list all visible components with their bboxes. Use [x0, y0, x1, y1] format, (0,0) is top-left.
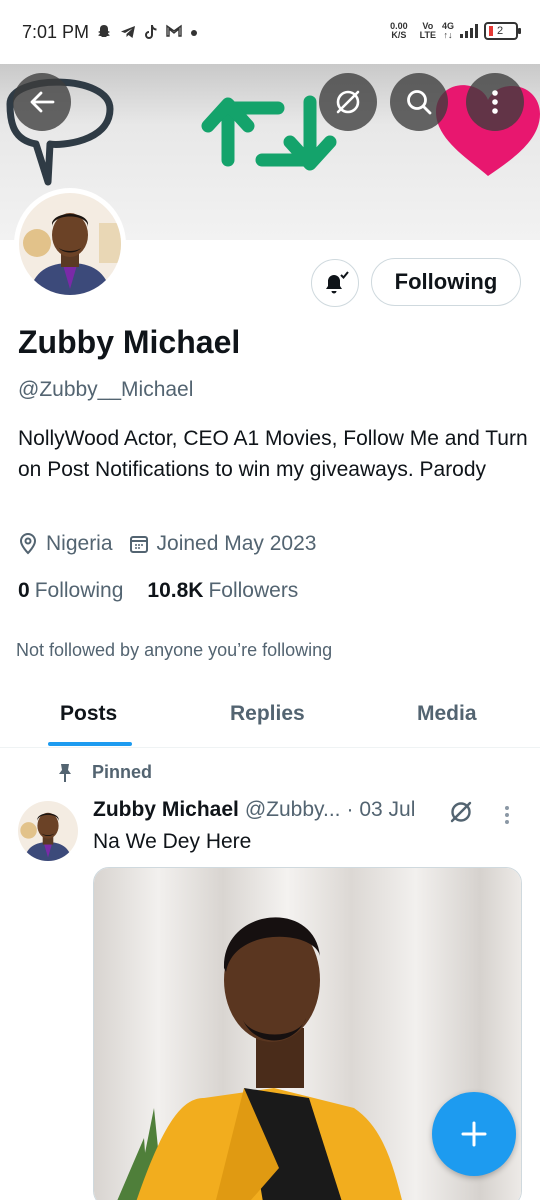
- joined-text: Joined May 2023: [156, 532, 317, 555]
- post-more-button[interactable]: [503, 805, 511, 830]
- search-button[interactable]: [390, 73, 448, 131]
- battery-icon: 2: [484, 22, 521, 40]
- grok-icon: [450, 801, 472, 823]
- profile-meta: Nigeria Joined May 2023: [18, 532, 332, 556]
- join-date: Joined May 2023: [129, 532, 317, 556]
- compose-post-button[interactable]: [432, 1092, 516, 1176]
- post-author-handle[interactable]: @Zubby...: [245, 798, 341, 822]
- not-followed-notice: Not followed by anyone you’re following: [16, 640, 333, 660]
- profile-bio: NollyWood Actor, CEO A1 Movies, Follow M…: [18, 427, 528, 481]
- calendar-icon: [129, 536, 148, 553]
- network-indicator: 4G ↑↓: [441, 21, 454, 40]
- follow-counts: 0 Following 10.8K Followers: [18, 579, 298, 603]
- more-button[interactable]: [466, 73, 524, 131]
- pinned-label: Pinned: [56, 762, 152, 783]
- tab-replies[interactable]: Replies: [230, 702, 305, 726]
- dot-icon: [190, 24, 198, 44]
- active-tab-indicator: [48, 742, 132, 746]
- tiktok-icon: [144, 24, 158, 44]
- notification-bell-button[interactable]: [311, 259, 359, 307]
- plus-icon: [461, 1121, 487, 1147]
- signal-icon: [460, 24, 478, 38]
- following-count-link[interactable]: 0 Following: [18, 579, 123, 603]
- location-text: Nigeria: [46, 532, 113, 555]
- tab-media[interactable]: Media: [417, 702, 477, 726]
- telegram-icon: [120, 24, 136, 44]
- gmail-icon: [166, 24, 182, 44]
- profile-handle: @Zubby__Michael: [18, 378, 194, 401]
- post-date: · 03 Jul: [346, 798, 416, 821]
- profile-name: Zubby Michael: [18, 324, 241, 360]
- followers-count-link[interactable]: 10.8K Followers: [147, 579, 298, 603]
- tab-posts[interactable]: Posts: [60, 702, 117, 726]
- status-app-icons: [96, 24, 198, 44]
- post-avatar[interactable]: [18, 801, 78, 861]
- more-vertical-icon: [492, 90, 498, 114]
- volte-indicator: Vo LTE: [419, 21, 436, 40]
- search-icon: [407, 90, 432, 115]
- bell-icon: [326, 271, 349, 294]
- grok-icon: [336, 90, 360, 114]
- location: Nigeria: [18, 532, 113, 556]
- grok-button[interactable]: [319, 73, 377, 131]
- status-bar: 7:01 PM 0.00 K/S Vo LTE 4G ↑↓ 2: [0, 0, 540, 64]
- status-time: 7:01 PM: [22, 22, 90, 42]
- back-arrow-icon: [30, 91, 55, 113]
- post-header: Zubby Michael @Zubby... · 03 Jul: [93, 798, 415, 822]
- status-right: 0.00 K/S Vo LTE 4G ↑↓ 2: [390, 21, 521, 40]
- net-speed: 0.00 K/S: [390, 21, 408, 40]
- back-button[interactable]: [13, 73, 71, 131]
- more-vertical-icon: [505, 806, 509, 824]
- profile-tabs: Posts Replies Media: [0, 682, 540, 748]
- location-pin-icon: [19, 533, 37, 555]
- following-button[interactable]: Following: [371, 258, 521, 306]
- pin-icon: [59, 763, 71, 782]
- profile-avatar[interactable]: [14, 188, 126, 300]
- snapchat-icon: [96, 24, 112, 44]
- post-grok-button[interactable]: [448, 799, 474, 830]
- post-text: Na We Dey Here: [93, 830, 252, 853]
- avatar: [19, 193, 121, 295]
- post-author-name[interactable]: Zubby Michael: [93, 798, 239, 822]
